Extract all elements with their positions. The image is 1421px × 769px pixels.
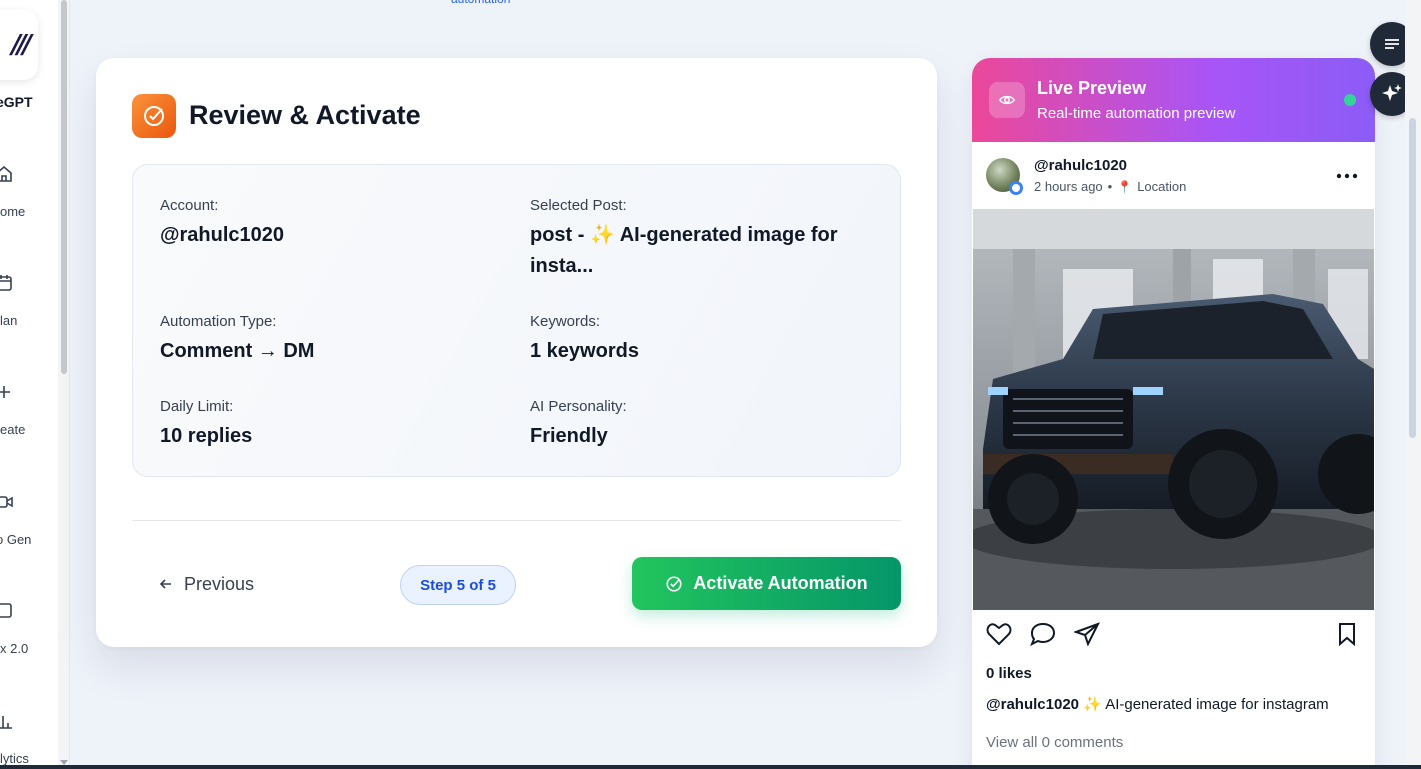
account-value: @rahulc1020 <box>160 224 285 246</box>
live-preview-panel: Live Preview Real-time automation previe… <box>972 58 1375 769</box>
video-icon <box>0 496 13 508</box>
sidebar-item-create[interactable]: eate <box>0 382 58 462</box>
preview-subtitle: Real-time automation preview <box>1037 105 1236 122</box>
bottom-edge <box>0 765 1421 769</box>
plus-icon <box>0 386 10 398</box>
automation-type-field: Automation Type: Comment → DM <box>160 313 314 367</box>
review-card: Review & Activate Account: @rahulc1020 S… <box>96 58 937 647</box>
post-image <box>973 209 1374 610</box>
sidebar-item-label: eate <box>0 422 26 437</box>
activate-automation-button[interactable]: Activate Automation <box>632 557 901 610</box>
sidebar: /// eGPT ome lan eate o Gen x 2.0 lytics <box>0 0 58 769</box>
ai-personality-field: AI Personality: Friendly <box>530 398 627 452</box>
preview-header: Live Preview Real-time automation previe… <box>972 58 1375 142</box>
live-status-dot <box>1344 94 1356 106</box>
sidebar-item-label: lytics <box>0 751 29 766</box>
summary-box: Account: @rahulc1020 Selected Post: post… <box>132 164 901 477</box>
caption-username[interactable]: @rahulc1020 <box>986 696 1079 713</box>
likes-count: 0 likes <box>986 665 1032 682</box>
inbox-icon <box>0 603 12 618</box>
automation-type-value: Comment → DM <box>160 340 315 362</box>
quote-icon <box>1385 39 1399 49</box>
daily-limit-label: Daily Limit: <box>160 398 234 415</box>
sidebar-item-label: x 2.0 <box>0 641 29 656</box>
check-circle-icon <box>666 575 682 592</box>
caption-text: ✨ AI-generated image for instagram <box>1083 696 1329 713</box>
sidebar-item-label: o Gen <box>0 532 32 547</box>
arrow-left-icon <box>159 579 171 589</box>
automation-type-label: Automation Type: <box>160 313 277 330</box>
selected-post-label: Selected Post: <box>530 197 627 214</box>
sparkle-icon <box>1382 84 1402 101</box>
page-title: Review & Activate <box>189 100 421 130</box>
calendar-icon <box>0 275 12 291</box>
daily-limit-value: 10 replies <box>160 425 253 447</box>
selected-post-value-line1: post - ✨ AI-generated image for <box>530 224 838 246</box>
logo-mark-icon: /// <box>11 30 32 60</box>
check-circle-icon <box>132 94 176 138</box>
sidebar-item-label: lan <box>0 313 18 328</box>
page-scroll-thumb[interactable] <box>1409 118 1416 438</box>
view-comments-link[interactable]: View all 0 comments <box>986 734 1123 751</box>
brand-name: eGPT <box>0 94 33 110</box>
breadcrumb-link[interactable]: automation <box>451 0 510 6</box>
sidebar-item-video-gen[interactable]: o Gen <box>0 492 58 572</box>
more-icon[interactable] <box>1336 173 1358 179</box>
sidebar-scrollbar[interactable] <box>58 0 70 769</box>
sidebar-item-plan[interactable]: lan <box>0 273 58 353</box>
eye-icon <box>989 82 1025 118</box>
heart-icon[interactable] <box>986 622 1012 646</box>
sidebar-item-home[interactable]: ome <box>0 164 58 244</box>
activate-label: Activate Automation <box>693 573 868 593</box>
account-field: Account: @rahulc1020 <box>160 197 284 251</box>
previous-label: Previous <box>184 573 255 594</box>
app-logo[interactable]: /// <box>0 10 38 80</box>
post-meta: 2 hours ago • 📍 Location <box>1034 179 1186 194</box>
daily-limit-field: Daily Limit: 10 replies <box>160 398 252 452</box>
avatar-badge <box>1009 181 1023 195</box>
keywords-value: 1 keywords <box>530 340 639 362</box>
preview-title: Live Preview <box>1037 78 1147 98</box>
selected-post-field: Selected Post: post - ✨ AI-generated ima… <box>530 197 870 282</box>
selected-post-value-line2: insta... <box>530 255 594 277</box>
home-icon <box>0 165 12 182</box>
analytics-icon <box>0 716 12 729</box>
post-username[interactable]: @rahulc1020 <box>1034 157 1127 174</box>
page-scrollbar[interactable] <box>1405 0 1421 769</box>
previous-button[interactable]: Previous <box>158 570 254 598</box>
suv-image-icon <box>973 209 1374 610</box>
sidebar-scroll-thumb[interactable] <box>61 0 67 374</box>
share-icon[interactable] <box>1074 622 1100 646</box>
post-caption: @rahulc1020 ✨ AI-generated image for ins… <box>986 695 1329 713</box>
meta-separator: • <box>1107 179 1113 194</box>
step-badge: Step 5 of 5 <box>400 565 516 605</box>
selected-post-value: post - ✨ AI-generated image for insta... <box>530 220 870 282</box>
location-pin-icon: 📍 <box>1117 179 1133 194</box>
keywords-field: Keywords: 1 keywords <box>530 313 639 367</box>
post-location: Location <box>1137 179 1187 194</box>
account-label: Account: <box>160 197 219 214</box>
bookmark-icon[interactable] <box>1336 622 1358 646</box>
comment-icon[interactable] <box>1030 622 1056 646</box>
post-time: 2 hours ago <box>1034 179 1103 194</box>
sidebar-item-analytics[interactable]: lytics <box>0 711 58 769</box>
keywords-label: Keywords: <box>530 313 601 330</box>
divider <box>132 520 901 521</box>
ai-personality-value: Friendly <box>530 425 608 447</box>
sidebar-item-label: ome <box>0 204 26 219</box>
ai-personality-label: AI Personality: <box>530 398 627 415</box>
sidebar-item-inbox[interactable]: x 2.0 <box>0 601 58 681</box>
